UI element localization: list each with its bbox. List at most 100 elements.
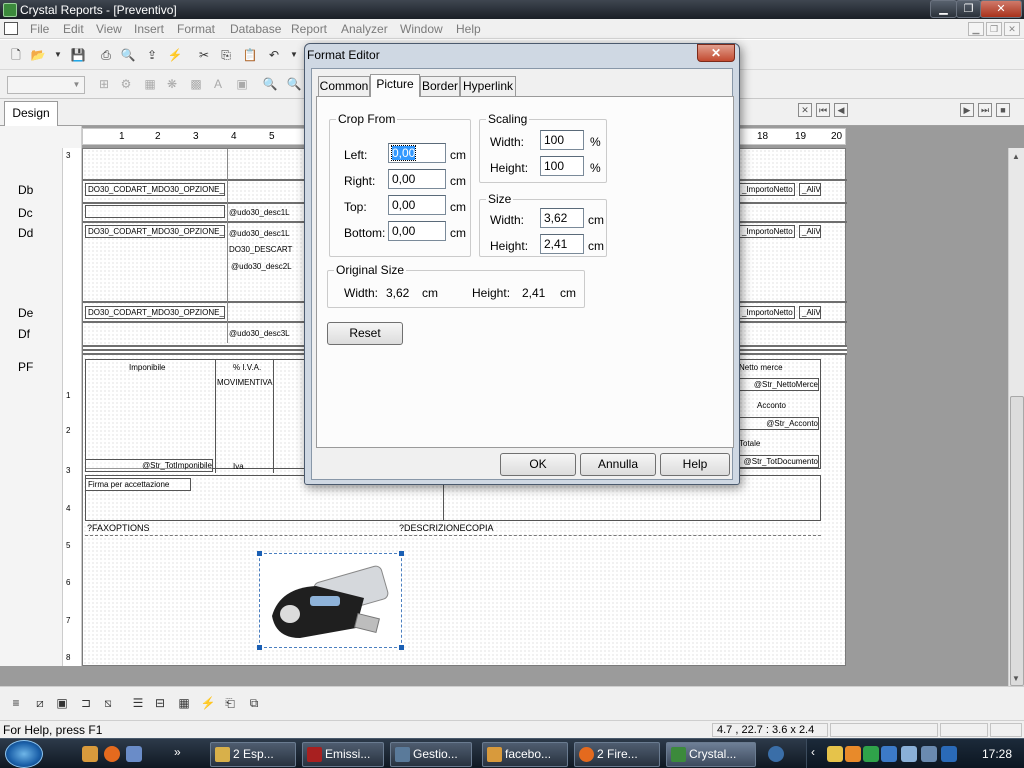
insert-crosstab-icon[interactable]: ▩ xyxy=(188,76,204,92)
maximize-window-button[interactable]: ❐ xyxy=(956,0,981,18)
repository-icon[interactable]: ▦ xyxy=(176,695,192,711)
tray-expand-icon[interactable]: ‹ xyxy=(811,745,815,759)
report-field[interactable]: @udo30_desc2L xyxy=(231,262,292,271)
report-field[interactable]: _ImportoNetto xyxy=(739,306,795,319)
dialog-close-button[interactable]: ✕ xyxy=(697,44,735,62)
export-icon[interactable]: ⇪ xyxy=(144,47,160,63)
insert-text-icon[interactable]: A xyxy=(210,76,226,92)
report-field[interactable]: @Str_NettoMerce xyxy=(739,378,819,391)
report-field[interactable]: DO30_CODART_MDO30_OPZIONE_ xyxy=(85,306,225,319)
report-field[interactable]: @udo30_desc3L xyxy=(229,329,290,338)
reset-button[interactable]: Reset xyxy=(327,322,403,345)
tab-border[interactable]: Border xyxy=(420,76,460,96)
scrollbar-thumb[interactable] xyxy=(1010,396,1024,686)
menu-help[interactable]: Help xyxy=(456,22,481,36)
last-page-icon[interactable]: ⏭ xyxy=(978,103,992,117)
desktop-icon[interactable] xyxy=(126,746,142,762)
stop-icon[interactable]: ■ xyxy=(996,103,1010,117)
scaling-width-field[interactable]: 100 xyxy=(540,130,584,150)
cancel-button[interactable]: Annulla xyxy=(580,453,656,476)
workbench-icon[interactable]: ⎗ xyxy=(222,695,238,711)
resize-handle[interactable] xyxy=(399,551,404,556)
report-label[interactable]: Acconto xyxy=(757,401,786,410)
insert-group-icon[interactable]: ⚙ xyxy=(118,76,134,92)
report-field[interactable]: _ImportoNetto xyxy=(739,183,795,196)
report-field[interactable]: _ImportoNetto xyxy=(739,225,795,238)
open-dropdown-icon[interactable]: ▼ xyxy=(50,47,66,63)
report-field[interactable]: @Str_TotDocumento xyxy=(739,455,819,468)
report-field[interactable]: _AliV xyxy=(799,306,821,319)
report-field[interactable]: DO30_DESCART xyxy=(229,245,292,254)
report-label[interactable]: Imponibile xyxy=(129,363,165,372)
report-label[interactable]: Iva xyxy=(233,462,244,471)
report-field[interactable]: ?FAXOPTIONS xyxy=(87,523,150,533)
volume-icon[interactable] xyxy=(921,746,937,762)
next-page-icon[interactable]: ▶ xyxy=(960,103,974,117)
insert-section-icon[interactable]: ≡ xyxy=(8,695,24,711)
menu-database[interactable]: Database xyxy=(230,22,281,36)
mdi-restore-button[interactable]: ❐ xyxy=(986,22,1002,36)
sql-icon[interactable]: ⧉ xyxy=(246,695,262,711)
report-label[interactable]: MOVIMENTIVA xyxy=(217,378,272,387)
insert-subreport-icon[interactable]: ⧅ xyxy=(100,695,116,711)
tab-common[interactable]: Common xyxy=(318,76,370,96)
close-window-button[interactable]: ✕ xyxy=(980,0,1022,18)
scaling-height-field[interactable]: 100 xyxy=(540,156,584,176)
report-field[interactable]: @Str_Acconto xyxy=(739,417,819,430)
resize-handle[interactable] xyxy=(257,645,262,650)
menu-report[interactable]: Report xyxy=(291,22,327,36)
report-field[interactable]: ?DESCRIZIONECOPIA xyxy=(399,523,494,533)
tab-picture[interactable]: Picture xyxy=(370,74,420,97)
dependency-checker-icon[interactable]: ⚡ xyxy=(200,695,216,711)
menu-analyzer[interactable]: Analyzer xyxy=(341,22,388,36)
section-db[interactable]: Db xyxy=(18,183,33,197)
prev-page-icon[interactable]: ◀ xyxy=(834,103,848,117)
crop-right-field[interactable]: 0,00 xyxy=(388,169,446,189)
menu-insert[interactable]: Insert xyxy=(134,22,164,36)
network-icon[interactable] xyxy=(941,746,957,762)
section-dc[interactable]: Dc xyxy=(18,206,33,220)
mdi-close-button[interactable]: ✕ xyxy=(1004,22,1020,36)
task-firefox[interactable]: 2 Fire... xyxy=(574,742,660,767)
refresh-lightning-icon[interactable]: ⚡ xyxy=(167,47,183,63)
cut-icon[interactable]: ✂ xyxy=(196,47,212,63)
chevron-down-icon[interactable]: ▼ xyxy=(70,78,83,92)
task-explorer[interactable]: 2 Esp... xyxy=(210,742,296,767)
section-pf[interactable]: PF xyxy=(18,360,33,374)
insert-box-icon[interactable]: ⊐ xyxy=(78,695,94,711)
crop-top-field[interactable]: 0,00 xyxy=(388,195,446,215)
usb-stick-picture[interactable] xyxy=(257,551,404,650)
resize-handle[interactable] xyxy=(399,645,404,650)
minimize-window-button[interactable]: ▁ xyxy=(930,0,957,18)
report-field[interactable]: _AliV xyxy=(799,183,821,196)
scroll-up-icon[interactable]: ▲ xyxy=(1012,152,1020,161)
report-field[interactable]: @udo30_desc1L xyxy=(229,208,290,217)
open-folder-icon[interactable]: 📂 xyxy=(30,47,46,63)
print-preview-icon[interactable]: 🔍 xyxy=(120,47,136,63)
task-gestio[interactable]: Gestio... xyxy=(390,742,472,767)
report-field[interactable] xyxy=(85,205,225,218)
report-field[interactable]: @udo30_desc1L xyxy=(229,229,290,238)
language-icon[interactable] xyxy=(768,746,784,762)
menu-view[interactable]: View xyxy=(96,22,122,36)
section-de[interactable]: De xyxy=(18,306,33,320)
report-field[interactable]: DO30_CODART_MDO30_OPZIONE_ xyxy=(85,183,225,196)
menu-format[interactable]: Format xyxy=(177,22,215,36)
zoom-icon[interactable]: 🔍 xyxy=(262,76,278,92)
task-emissi[interactable]: Emissi... xyxy=(302,742,384,767)
menu-edit[interactable]: Edit xyxy=(63,22,84,36)
report-label[interactable]: Totale xyxy=(739,439,760,448)
network-icon[interactable] xyxy=(881,746,897,762)
insert-ole-icon[interactable]: ▣ xyxy=(54,695,70,711)
undo-dropdown-icon[interactable]: ▼ xyxy=(286,47,302,63)
size-width-field[interactable]: 3,62 xyxy=(540,208,584,228)
paste-icon[interactable]: 📋 xyxy=(242,47,258,63)
tray-app-icon[interactable] xyxy=(845,746,861,762)
report-field[interactable]: DO30_CODART_MDO30_OPZIONE_ xyxy=(85,225,225,238)
insert-summary-icon[interactable]: ▦ xyxy=(142,76,158,92)
new-icon[interactable]: 🗋 xyxy=(8,47,24,63)
folder-icon[interactable] xyxy=(82,746,98,762)
shield-icon[interactable] xyxy=(901,746,917,762)
copy-icon[interactable]: ⎘ xyxy=(218,47,234,63)
ok-button[interactable]: OK xyxy=(500,453,576,476)
